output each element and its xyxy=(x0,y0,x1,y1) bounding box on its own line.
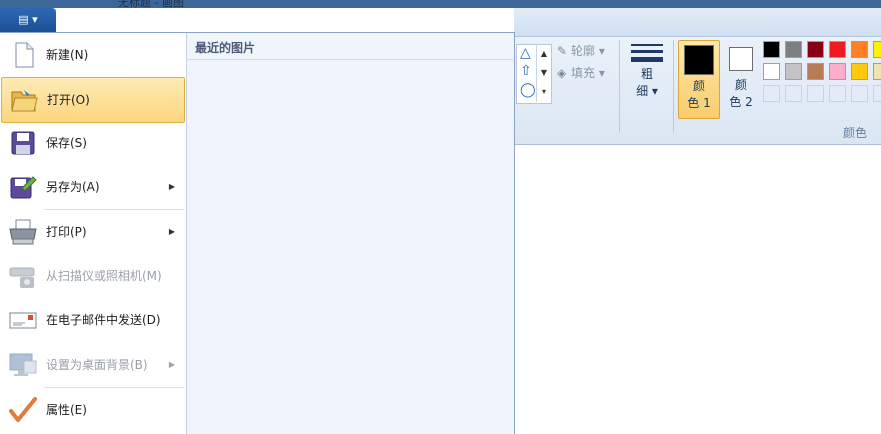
menu-separator xyxy=(44,387,184,388)
fill-button[interactable]: ◈ 填充 ▾ xyxy=(557,64,605,81)
custom-color-slot[interactable] xyxy=(785,85,802,102)
palette-color[interactable] xyxy=(763,63,780,80)
menu-item-label: 从扫描仪或照相机(M) xyxy=(46,269,162,283)
menu-item-label: 打开(O) xyxy=(47,93,90,107)
ribbon-separator xyxy=(619,40,620,132)
printer-icon xyxy=(8,218,38,246)
palette-color[interactable] xyxy=(829,41,846,58)
recent-divider xyxy=(187,59,513,60)
gallery-down-icon[interactable]: ▼ xyxy=(537,63,551,82)
size-button[interactable]: 粗 细 ▾ xyxy=(624,40,670,114)
palette-color[interactable] xyxy=(785,63,802,80)
menu-item-4[interactable]: 打印(P) ▶ xyxy=(1,210,185,254)
color1-label-1: 颜 xyxy=(692,79,705,93)
palette-color[interactable] xyxy=(851,63,868,80)
menu-separator xyxy=(44,209,184,210)
custom-color-slot[interactable] xyxy=(763,85,780,102)
fill-label: 填充 xyxy=(571,66,596,80)
window-title: 无标题 - 画图 xyxy=(118,0,184,9)
gallery-expand-icon[interactable]: ▾ xyxy=(537,82,551,101)
triangle-shape-icon[interactable]: △ xyxy=(520,45,531,61)
scanner-icon xyxy=(8,262,38,290)
size-label-1: 粗 xyxy=(640,67,653,81)
gallery-up-icon[interactable]: ▲ xyxy=(537,44,551,63)
pencil-outline-icon: ✎ xyxy=(557,44,568,58)
menu-item-label: 打印(P) xyxy=(46,225,87,239)
colors-group-label: 颜色 xyxy=(843,126,868,140)
custom-color-slot[interactable] xyxy=(829,85,846,102)
palette-color[interactable] xyxy=(807,63,824,80)
palette-color[interactable] xyxy=(763,41,780,58)
submenu-arrow-icon: ▶ xyxy=(168,182,175,191)
menu-item-7: 设置为桌面背景(B) ▶ xyxy=(1,343,185,387)
drawing-canvas[interactable] xyxy=(514,145,881,433)
recent-pictures-title: 最近的图片 xyxy=(195,41,256,55)
menu-item-label: 新建(N) xyxy=(46,48,89,62)
menu-item-label: 在电子邮件中发送(D) xyxy=(46,313,161,327)
menu-item-label: 设置为桌面背景(B) xyxy=(46,358,148,372)
submenu-arrow-icon: ▶ xyxy=(168,360,175,369)
line-width-icon xyxy=(624,44,670,62)
menu-item-8[interactable]: 属性(E) xyxy=(1,388,185,432)
menu-item-label: 另存为(A) xyxy=(46,180,100,194)
palette-color[interactable] xyxy=(807,41,824,58)
menu-item-3[interactable]: 另存为(A) ▶ xyxy=(1,165,185,209)
outline-button[interactable]: ✎ 轮廓 ▾ xyxy=(557,42,605,59)
desktop-background-icon xyxy=(8,351,38,379)
menu-item-5: 从扫描仪或照相机(M) xyxy=(1,254,185,298)
palette-color[interactable] xyxy=(829,63,846,80)
gallery-scroll[interactable]: ▲ ▼ ▾ xyxy=(536,44,551,102)
checkmark-icon xyxy=(8,396,38,424)
color2-button[interactable]: 颜 色 2 xyxy=(722,40,760,117)
save-as-icon xyxy=(8,173,38,201)
callout-shape-icon[interactable]: ◯ xyxy=(520,82,536,98)
open-folder-icon xyxy=(9,86,39,114)
bucket-fill-icon: ◈ xyxy=(557,66,567,80)
color2-label-2: 色 2 xyxy=(729,95,753,109)
file-menu-commands: 新建(N) 打开(O) 保存(S) 另存为(A) ▶ 打印(P) ▶ 从扫描仪或照相机(M) 在… xyxy=(0,33,187,434)
menu-item-0[interactable]: 新建(N) xyxy=(1,33,185,77)
menu-item-1[interactable]: 打开(O) xyxy=(1,77,185,123)
file-menu: 新建(N) 打开(O) 保存(S) 另存为(A) ▶ 打印(P) ▶ 从扫描仪或照相机(M) 在… xyxy=(0,32,515,434)
palette-color[interactable] xyxy=(873,63,881,80)
palette-color[interactable] xyxy=(785,41,802,58)
color2-label-1: 颜 xyxy=(734,78,747,92)
app-menu-button[interactable]: ▤ ▾ xyxy=(0,8,56,32)
custom-color-slot[interactable] xyxy=(851,85,868,102)
arrow-up-shape-icon[interactable]: ⇧ xyxy=(520,63,532,79)
title-bar: 无标题 - 画图 xyxy=(0,0,881,9)
menu-item-2[interactable]: 保存(S) xyxy=(1,121,185,165)
color1-label-2: 色 1 xyxy=(687,96,711,110)
ribbon-separator xyxy=(673,40,674,132)
save-icon xyxy=(8,129,38,157)
email-icon xyxy=(8,306,38,334)
custom-color-slot[interactable] xyxy=(873,85,881,102)
ribbon-tab-bar xyxy=(514,8,881,37)
custom-color-slot[interactable] xyxy=(807,85,824,102)
menu-item-6[interactable]: 在电子邮件中发送(D) xyxy=(1,298,185,342)
menu-item-label: 保存(S) xyxy=(46,136,87,150)
color1-button[interactable]: 颜 色 1 xyxy=(678,40,720,119)
palette-color[interactable] xyxy=(873,41,881,58)
menu-item-label: 属性(E) xyxy=(46,403,87,417)
submenu-arrow-icon: ▶ xyxy=(168,227,175,236)
size-label-2: 细 xyxy=(636,84,649,98)
new-file-icon xyxy=(8,41,38,69)
outline-label: 轮廓 xyxy=(571,44,596,58)
palette-color[interactable] xyxy=(851,41,868,58)
color1-swatch xyxy=(684,45,714,75)
color2-swatch xyxy=(729,47,753,71)
